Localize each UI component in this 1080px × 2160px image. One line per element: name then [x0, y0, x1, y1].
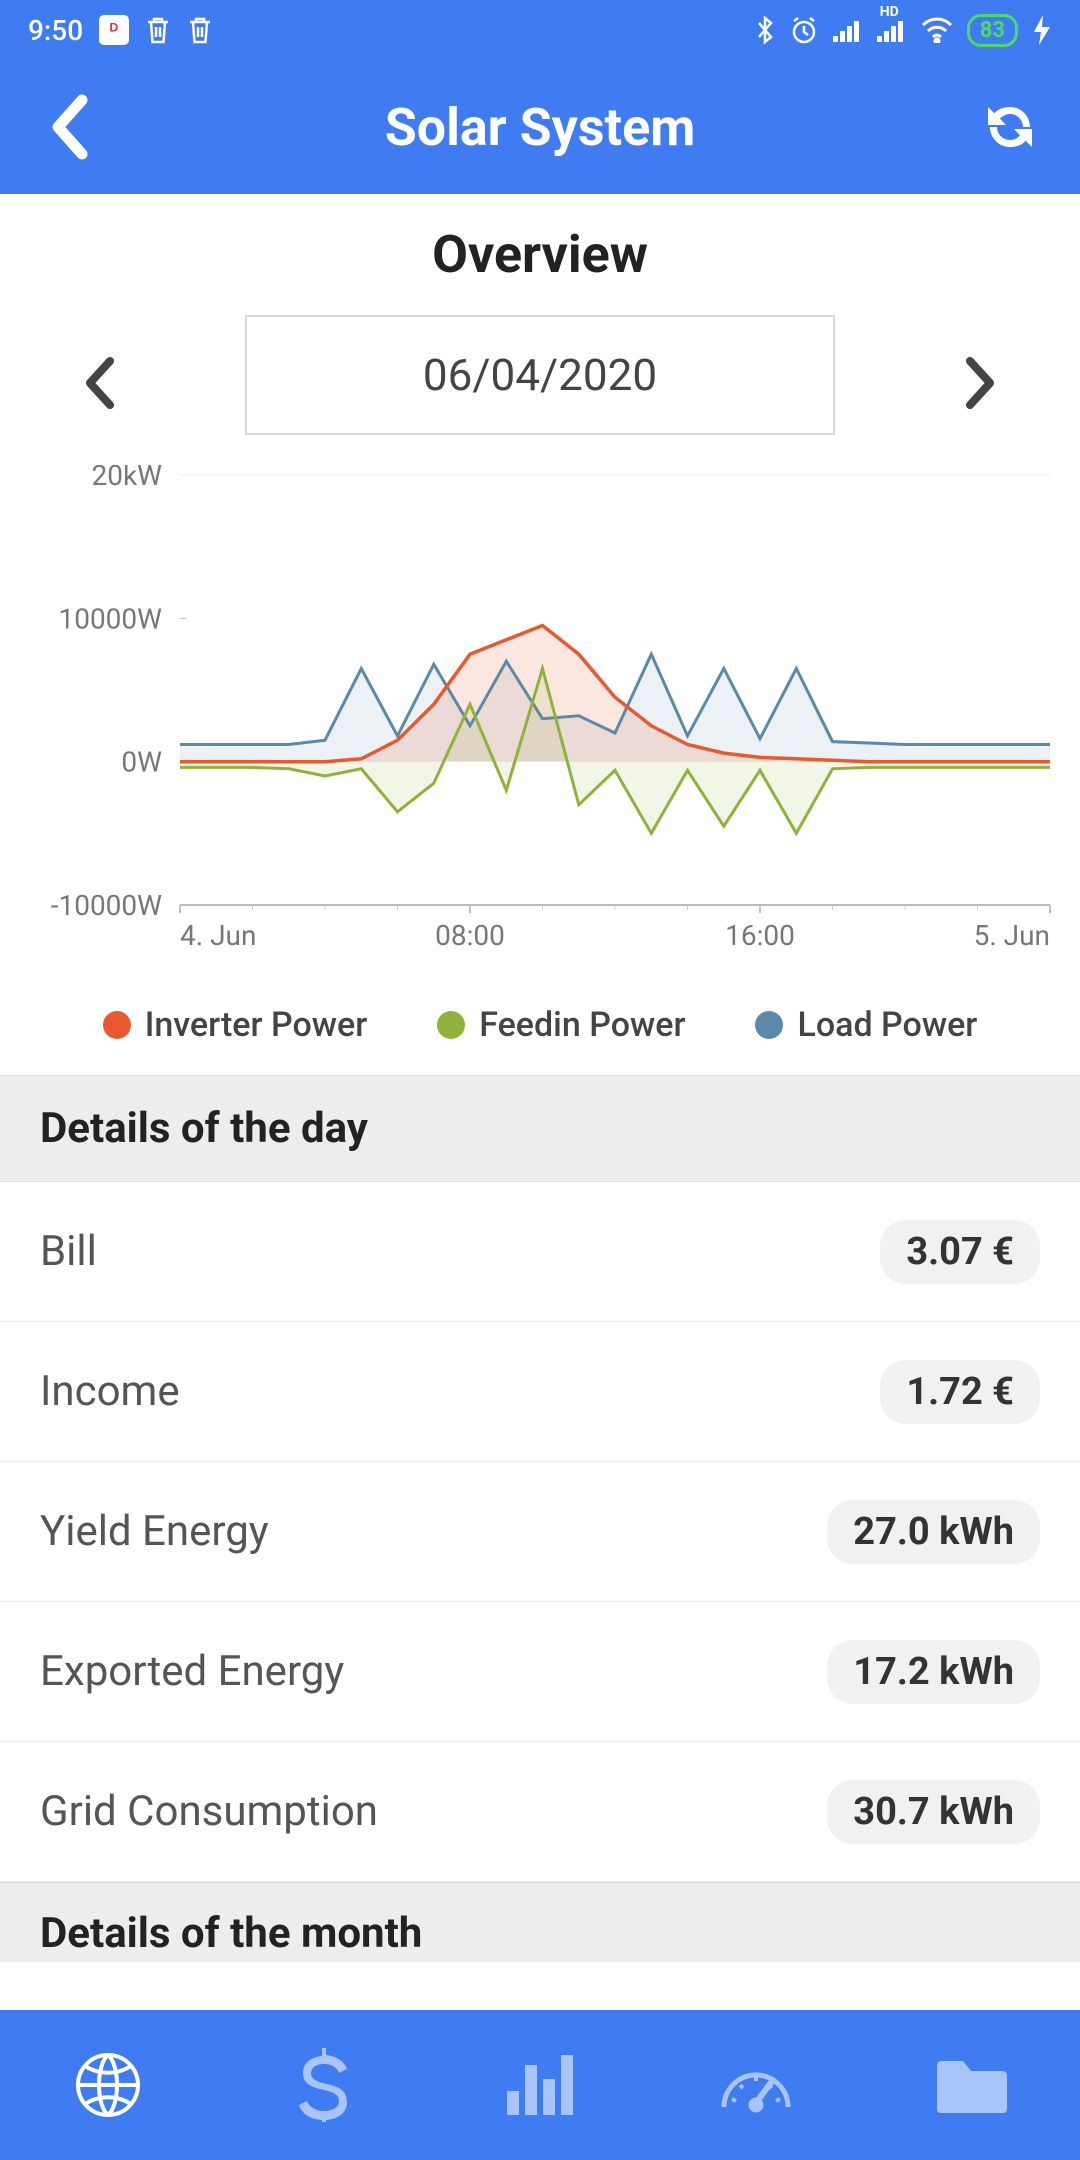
legend-load: Load Power [755, 1005, 977, 1045]
signal-hd-icon: HD [877, 18, 907, 42]
legend-inverter: Inverter Power [103, 1005, 368, 1045]
app-badge-icon: ᴰ [99, 15, 129, 45]
dot-icon [437, 1011, 465, 1039]
svg-text:08:00: 08:00 [435, 919, 505, 952]
nav-globe[interactable] [0, 2010, 216, 2160]
detail-value: 1.72 € [880, 1360, 1040, 1424]
svg-text:-10000W: -10000W [51, 889, 162, 922]
nav-gauge[interactable] [648, 2010, 864, 2160]
status-time: 9:50 [28, 14, 83, 47]
nav-dollar[interactable] [216, 2010, 432, 2160]
svg-text:4. Jun: 4. Jun [180, 919, 256, 952]
detail-label: Exported Energy [40, 1647, 344, 1696]
nav-folder[interactable] [864, 2010, 1080, 2160]
detail-row[interactable]: Grid Consumption 30.7 kWh [0, 1742, 1080, 1882]
chart-canvas: -10000W 0W 10000W 20kW 4. Jun 08:00 16:00 5. Ju… [20, 465, 1060, 985]
refresh-button[interactable] [980, 97, 1040, 157]
prev-date-button[interactable] [80, 355, 120, 395]
back-button[interactable] [40, 97, 100, 157]
chart-legend: Inverter Power Feedin Power Load Power [0, 995, 1080, 1075]
svg-text:16:00: 16:00 [725, 919, 795, 952]
detail-value: 17.2 kWh [827, 1640, 1040, 1704]
detail-label: Yield Energy [40, 1507, 269, 1556]
detail-row[interactable]: Income 1.72 € [0, 1322, 1080, 1462]
svg-text:5. Jun: 5. Jun [974, 919, 1050, 952]
svg-text:0W: 0W [121, 746, 162, 779]
detail-label: Grid Consumption [40, 1787, 378, 1836]
detail-row[interactable]: Yield Energy 27.0 kWh [0, 1462, 1080, 1602]
bottom-nav [0, 2010, 1080, 2160]
trash-icon [187, 15, 213, 45]
overview-title: Overview [0, 194, 1080, 315]
detail-label: Bill [40, 1227, 97, 1276]
selected-date: 06/04/2020 [423, 349, 657, 401]
charging-icon [1032, 15, 1052, 45]
legend-feedin: Feedin Power [437, 1005, 685, 1045]
battery-level: 83 [967, 14, 1018, 47]
details-day-header: Details of the day [0, 1075, 1080, 1182]
status-bar: 9:50 ᴰ HD 83 [0, 0, 1080, 60]
detail-value: 3.07 € [880, 1220, 1040, 1284]
detail-row[interactable]: Bill 3.07 € [0, 1182, 1080, 1322]
dot-icon [103, 1011, 131, 1039]
detail-value: 30.7 kWh [827, 1780, 1040, 1844]
svg-text:10000W: 10000W [58, 602, 162, 635]
svg-text:20kW: 20kW [91, 465, 162, 492]
trash-icon [145, 15, 171, 45]
alarm-icon [789, 15, 819, 45]
detail-value: 27.0 kWh [827, 1500, 1040, 1564]
detail-label: Income [40, 1367, 180, 1416]
dot-icon [755, 1011, 783, 1039]
app-bar: Solar System [0, 60, 1080, 194]
signal-icon [833, 18, 863, 42]
power-chart[interactable]: -10000W 0W 10000W 20kW 4. Jun 08:00 16:00 5. Ju… [0, 455, 1080, 995]
date-picker[interactable]: 06/04/2020 [245, 315, 835, 435]
details-month-header: Details of the month [0, 1882, 1080, 1962]
detail-row[interactable]: Exported Energy 17.2 kWh [0, 1602, 1080, 1742]
date-navigation: 06/04/2020 [0, 315, 1080, 455]
svg-text:ᴰ: ᴰ [110, 20, 118, 41]
nav-chart[interactable] [432, 2010, 648, 2160]
page-title: Solar System [385, 97, 696, 158]
wifi-icon [921, 17, 953, 43]
details-day-list: Bill 3.07 € Income 1.72 € Yield Energy 27.0 k… [0, 1182, 1080, 1882]
bluetooth-icon [755, 15, 775, 45]
next-date-button[interactable] [960, 355, 1000, 395]
